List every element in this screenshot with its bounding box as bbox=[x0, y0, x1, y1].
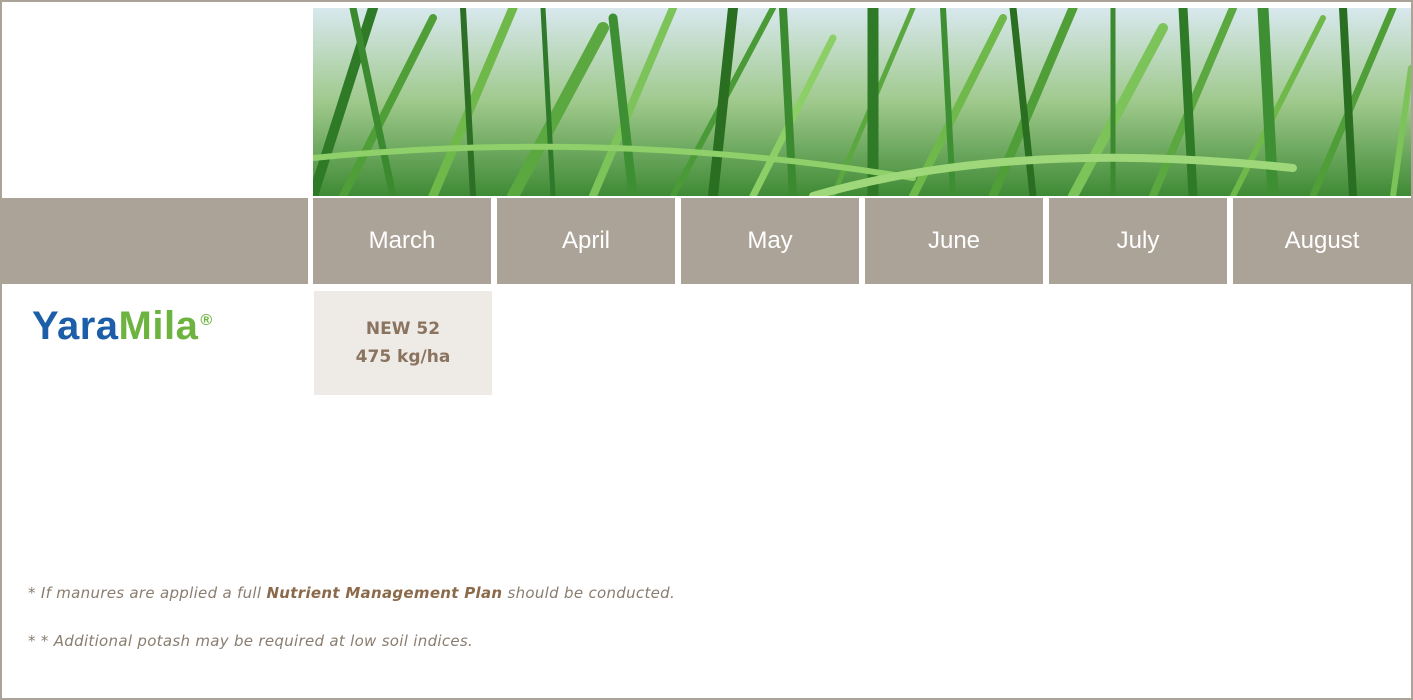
month-august: August bbox=[1233, 198, 1411, 284]
yaramila-logo: YaraMila ® bbox=[32, 304, 213, 349]
nutrient-management-plan-text: Nutrient Management Plan bbox=[266, 584, 503, 602]
footnote-manures-suffix: should be conducted. bbox=[502, 584, 676, 602]
footnote-manures: * If manures are applied a full Nutrient… bbox=[28, 584, 675, 602]
grass-banner-image bbox=[313, 8, 1411, 196]
footnote-potash: * * Additional potash may be required at… bbox=[28, 632, 474, 650]
month-march: March bbox=[313, 198, 491, 284]
month-july: July bbox=[1049, 198, 1227, 284]
nutrient-plan-panel: March April May June July August YaraMil… bbox=[0, 0, 1413, 700]
month-header-blank bbox=[2, 198, 308, 284]
march-application-cell: NEW 52 475 kg/ha bbox=[314, 291, 492, 395]
logo-mila-text: Mila bbox=[118, 304, 199, 348]
logo-yara-text: Yara bbox=[32, 304, 119, 348]
footnote-manures-prefix: * If manures are applied a full bbox=[28, 584, 267, 602]
application-product: NEW 52 bbox=[365, 319, 441, 339]
registered-mark: ® bbox=[200, 311, 213, 329]
month-june: June bbox=[865, 198, 1043, 284]
application-rate: 475 kg/ha bbox=[355, 347, 451, 367]
month-may: May bbox=[681, 198, 859, 284]
month-april: April bbox=[497, 198, 675, 284]
month-header-row: March April May June July August bbox=[2, 198, 1411, 284]
